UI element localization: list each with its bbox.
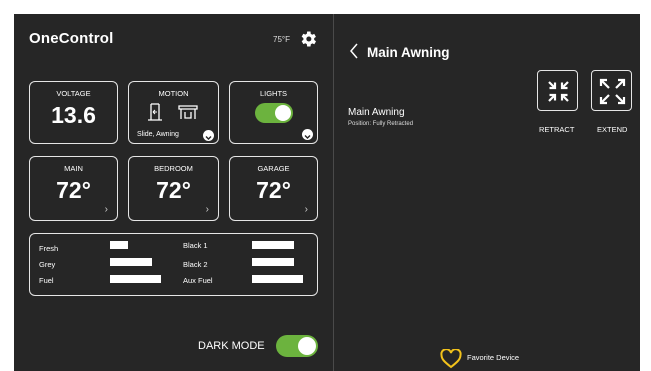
- voltage-tile[interactable]: VOLTAGE 13.6: [29, 81, 118, 144]
- chevron-left-icon: [350, 43, 358, 59]
- awning-icon: [178, 105, 198, 119]
- extend-label: EXTEND: [597, 125, 628, 134]
- motion-chevron-button[interactable]: [203, 130, 214, 141]
- dark-mode-toggle[interactable]: [276, 335, 318, 357]
- dark-mode-label: DARK MODE: [198, 340, 265, 352]
- tank-label-grey: Grey: [39, 260, 56, 269]
- toggle-knob: [275, 105, 291, 121]
- lights-chevron-button[interactable]: [302, 129, 313, 140]
- heart-icon[interactable]: [440, 349, 462, 369]
- tank-levels-panel[interactable]: Fresh Grey Fuel Black 1 Black 2 Aux Fuel: [29, 233, 318, 296]
- chevron-down-icon: [304, 135, 311, 139]
- app-screen: OneControl 75°F VOLTAGE 13.6 MOTION Slid…: [14, 14, 640, 371]
- tank-label-fresh: Fresh: [39, 244, 59, 253]
- tank-bar-fresh: [110, 241, 128, 249]
- chevron-right-icon: ›: [104, 204, 108, 215]
- retract-label: RETRACT: [539, 125, 575, 134]
- tank-label-black-1: Black 1: [183, 241, 208, 250]
- voltage-label: VOLTAGE: [56, 89, 91, 98]
- lights-tile[interactable]: LIGHTS: [229, 81, 318, 144]
- tank-label-fuel: Fuel: [39, 276, 54, 285]
- retract-arrows-icon: [548, 81, 569, 102]
- bedroom-label: BEDROOM: [154, 164, 193, 173]
- slide-icon: [148, 103, 162, 121]
- garage-temp-tile[interactable]: GARAGE 72° ›: [229, 156, 318, 221]
- main-value: 72°: [56, 177, 91, 203]
- tank-bar-aux-fuel: [252, 275, 303, 283]
- chevron-right-icon: ›: [304, 204, 308, 215]
- extend-arrows-icon: [599, 78, 626, 105]
- voltage-value: 13.6: [51, 102, 96, 128]
- tank-label-aux-fuel: Aux Fuel: [183, 276, 213, 285]
- temperature-readout: 75°F: [273, 35, 290, 44]
- chevron-right-icon: ›: [205, 204, 209, 215]
- main-label: MAIN: [64, 164, 83, 173]
- page-title: Main Awning: [367, 45, 450, 60]
- panel-divider: [333, 14, 334, 371]
- device-name: Main Awning: [348, 107, 405, 118]
- tank-label-black-2: Black 2: [183, 260, 208, 269]
- tank-bar-grey: [110, 258, 152, 266]
- toggle-knob: [298, 337, 316, 355]
- bedroom-value: 72°: [156, 177, 191, 203]
- app-logo: OneControl: [29, 30, 114, 47]
- favorite-device-label[interactable]: Favorite Device: [467, 353, 519, 362]
- lights-label: LIGHTS: [259, 89, 288, 98]
- main-temp-tile[interactable]: MAIN 72° ›: [29, 156, 118, 221]
- bedroom-temp-tile[interactable]: BEDROOM 72° ›: [128, 156, 219, 221]
- gear-icon[interactable]: [298, 29, 318, 49]
- chevron-down-icon: [205, 136, 212, 140]
- tank-bar-fuel: [110, 275, 161, 283]
- lights-toggle[interactable]: [255, 103, 293, 123]
- tank-bar-black-2: [252, 258, 294, 266]
- motion-subtitle: Slide, Awning: [137, 131, 179, 138]
- retract-button[interactable]: [537, 70, 578, 111]
- extend-button[interactable]: [591, 70, 632, 111]
- motion-label: MOTION: [158, 89, 189, 98]
- garage-value: 72°: [256, 177, 291, 203]
- garage-label: GARAGE: [257, 164, 290, 173]
- back-button[interactable]: [349, 43, 359, 64]
- motion-tile[interactable]: MOTION Slide, Awning: [128, 81, 219, 144]
- tank-bar-black-1: [252, 241, 294, 249]
- device-position: Position: Fully Retracted: [348, 121, 414, 127]
